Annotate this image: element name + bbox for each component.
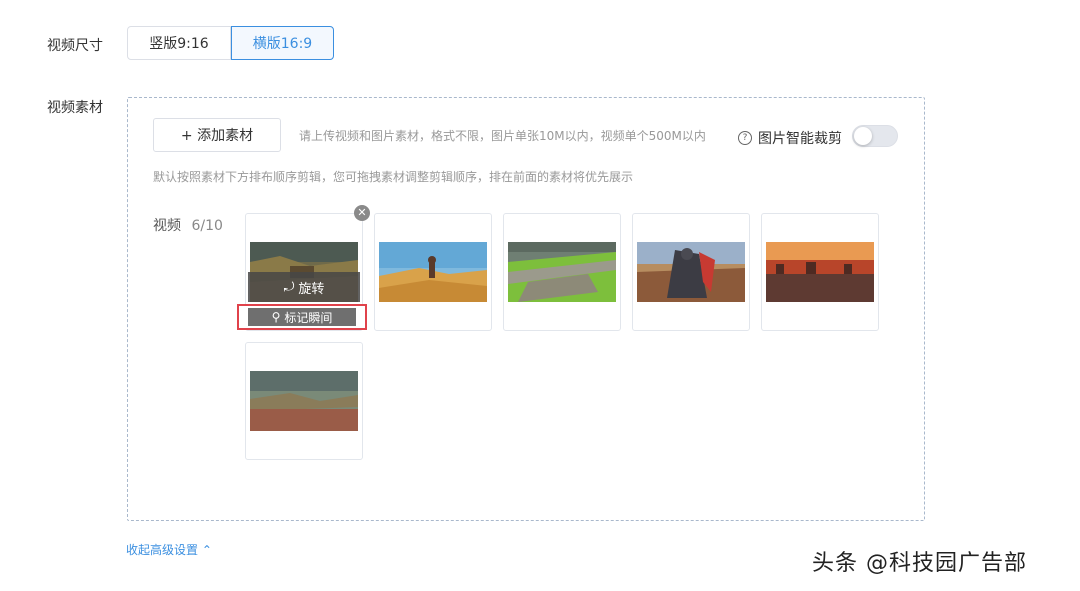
pin-icon: ⚲ <box>271 310 281 324</box>
video-count: 视频 6/10 <box>153 215 223 235</box>
material-card-4[interactable] <box>632 213 750 331</box>
order-hint: 默认按照素材下方排布顺序剪辑，您可拖拽素材调整剪辑顺序，排在前面的素材将优先展示 <box>153 170 634 184</box>
video-count-value: 6/10 <box>191 218 223 234</box>
remove-card-icon[interactable]: ✕ <box>354 205 370 221</box>
mark-moment-button[interactable]: ⚲ 标记瞬间 <box>248 308 356 326</box>
smart-crop-toggle[interactable] <box>852 125 898 147</box>
mark-moment-highlight: ⚲ 标记瞬间 <box>237 304 367 330</box>
watermark-text: 头条 @科技园广告部 <box>812 551 1027 576</box>
smart-crop-group: ? 图片智能裁剪 <box>738 128 842 148</box>
smart-crop-label: 图片智能裁剪 <box>758 131 842 147</box>
toggle-knob <box>854 127 872 145</box>
rotate-label: 旋转 <box>298 281 325 297</box>
video-size-label: 视频尺寸 <box>47 38 103 54</box>
rotate-icon: ⤾ <box>283 279 295 295</box>
thumb-desert-figure <box>379 242 487 302</box>
help-icon[interactable]: ? <box>738 131 752 145</box>
material-card-2[interactable] <box>374 213 492 331</box>
material-card-5[interactable] <box>761 213 879 331</box>
thumb-landscape-horizon <box>250 371 358 431</box>
mark-moment-label: 标记瞬间 <box>284 310 333 325</box>
upload-hint: 请上传视频和图片素材，格式不限，图片单张10M以内，视频单个500M以内 <box>299 129 706 143</box>
portrait-option-button[interactable]: 竖版9:16 <box>127 26 231 60</box>
add-material-button[interactable]: + 添加素材 <box>153 118 281 152</box>
material-card-6[interactable] <box>245 342 363 460</box>
video-count-label: 视频 <box>153 218 181 234</box>
material-card-3[interactable] <box>503 213 621 331</box>
landscape-option-button[interactable]: 横版16:9 <box>231 26 334 60</box>
thumb-castle-wall <box>508 242 616 302</box>
thumb-burning-fortress <box>766 242 874 302</box>
collapse-advanced-link[interactable]: 收起高级设置 ⌃ <box>126 541 212 558</box>
video-material-label: 视频素材 <box>47 100 103 116</box>
rotate-button[interactable]: ⤾ 旋转 <box>248 272 360 302</box>
thumb-warrior-crowd <box>637 242 745 302</box>
